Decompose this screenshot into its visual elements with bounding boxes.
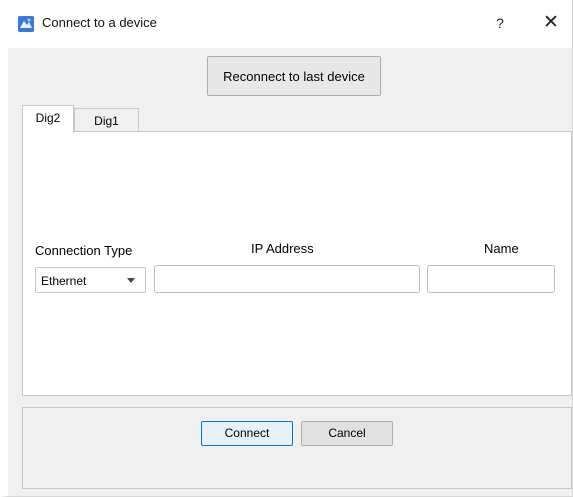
connect-dialog: Connect to a device ? ✕ Reconnect to las… [0, 0, 573, 497]
app-icon [18, 16, 34, 32]
ip-address-label: IP Address [251, 241, 314, 256]
cancel-button[interactable]: Cancel [301, 421, 393, 446]
window-title: Connect to a device [42, 15, 157, 30]
tab-panel-dig2: Connection Type IP Address Name Ethernet [22, 131, 572, 396]
name-label: Name [484, 241, 519, 256]
tab-dig1[interactable]: Dig1 [74, 108, 139, 132]
ip-address-input[interactable] [154, 265, 420, 293]
name-input[interactable] [427, 265, 555, 293]
connection-type-label: Connection Type [35, 243, 133, 258]
button-panel: Connect Cancel [22, 407, 572, 489]
chevron-down-icon [127, 278, 135, 283]
connect-button[interactable]: Connect [201, 421, 293, 446]
connection-type-value: Ethernet [41, 274, 87, 288]
title-bar[interactable]: Connect to a device ? ✕ [8, 0, 572, 48]
tab-dig2[interactable]: Dig2 [22, 105, 74, 133]
help-button[interactable]: ? [485, 10, 515, 36]
connection-type-select[interactable]: Ethernet [35, 267, 146, 293]
reconnect-button[interactable]: Reconnect to last device [207, 56, 381, 96]
close-button[interactable]: ✕ [534, 10, 568, 36]
